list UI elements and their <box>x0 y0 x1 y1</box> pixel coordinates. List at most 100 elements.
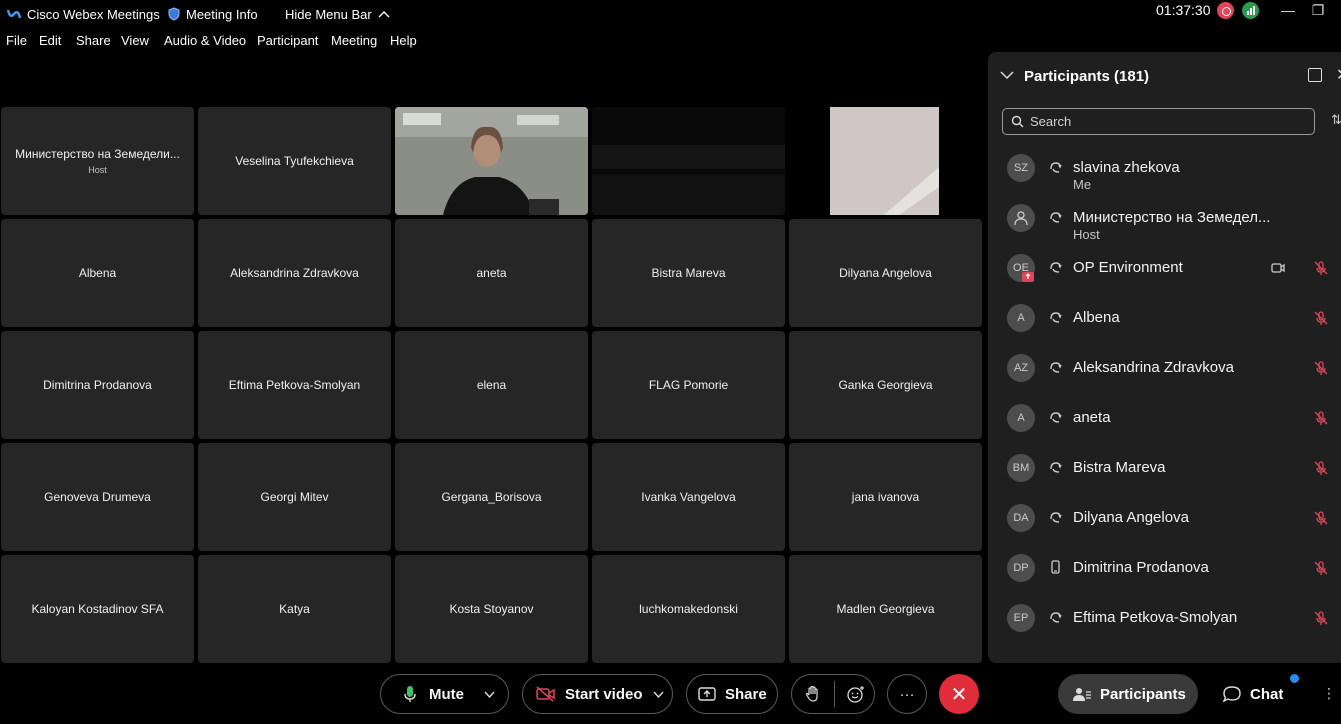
video-tile[interactable]: Eftima Petkova-Smolyan <box>198 331 391 439</box>
muted-microphone-icon[interactable] <box>1313 510 1329 526</box>
menu-share[interactable]: Share <box>76 33 111 48</box>
participant-row[interactable]: A Albena <box>988 300 1341 350</box>
raise-hand-icon[interactable] <box>805 685 821 703</box>
tile-name: luchkomakedonski <box>639 602 738 616</box>
menu-help[interactable]: Help <box>390 33 417 48</box>
panel-title: Participants (181) <box>1024 68 1150 85</box>
leave-meeting-button[interactable]: ✕ <box>939 674 979 714</box>
popout-icon[interactable] <box>1308 68 1322 82</box>
hide-menu-bar-button[interactable]: Hide Menu Bar <box>285 3 390 25</box>
video-tile[interactable]: Dilyana Angelova <box>789 219 982 327</box>
close-panel-icon[interactable]: ✕ <box>1336 65 1341 85</box>
avatar <box>1007 204 1035 232</box>
participant-row[interactable]: EP Eftima Petkova-Smolyan <box>988 600 1341 650</box>
participant-name: Eftima Petkova-Smolyan <box>1073 609 1238 626</box>
avatar: A <box>1007 404 1035 432</box>
participant-row[interactable]: AZ Aleksandrina Zdravkova <box>988 350 1341 400</box>
participant-row[interactable]: Министерство на Земедел... Host <box>988 200 1341 250</box>
menu-participant[interactable]: Participant <box>257 33 318 48</box>
search-input[interactable] <box>1030 114 1290 129</box>
chat-button[interactable]: Chat <box>1222 674 1283 714</box>
chevron-down-icon[interactable] <box>484 691 495 698</box>
video-tile[interactable]: aneta <box>395 219 588 327</box>
tile-name: Bistra Mareva <box>651 266 726 280</box>
video-tile[interactable]: Kaloyan Kostadinov SFA <box>1 555 194 663</box>
video-tile[interactable]: Genoveva Drumeva <box>1 443 194 551</box>
start-video-button[interactable]: Start video <box>522 674 673 714</box>
webex-logo-icon <box>7 9 21 19</box>
video-tile[interactable]: Georgi Mitev <box>198 443 391 551</box>
video-tile[interactable]: Bistra Mareva <box>592 219 785 327</box>
recording-icon[interactable] <box>1217 2 1234 19</box>
video-tile-host[interactable]: Министерство на Земедели... Host <box>1 107 194 215</box>
video-tile[interactable]: Kosta Stoyanov <box>395 555 588 663</box>
participant-row[interactable]: DP Dimitrina Prodanova <box>988 550 1341 600</box>
participant-row[interactable]: SZ slavina zhekova Me <box>988 150 1341 200</box>
muted-microphone-icon[interactable] <box>1313 260 1329 276</box>
video-tile[interactable]: Madlen Georgieva <box>789 555 982 663</box>
menu-audio-video[interactable]: Audio & Video <box>164 33 246 48</box>
more-options-button[interactable]: ··· <box>887 674 927 714</box>
chevron-down-icon[interactable] <box>653 691 664 698</box>
participant-video-image <box>395 107 588 215</box>
video-tile[interactable]: Veselina Tyufekchieva <box>198 107 391 215</box>
video-grid: Министерство на Земедели... Host Veselin… <box>1 107 983 665</box>
menu-meeting[interactable]: Meeting <box>331 33 377 48</box>
participants-button[interactable]: Participants <box>1058 674 1198 714</box>
participant-row[interactable]: BM Bistra Mareva <box>988 450 1341 500</box>
video-tile[interactable]: Gergana_Borisova <box>395 443 588 551</box>
video-tile-live[interactable] <box>395 107 588 215</box>
participant-row[interactable]: OE OP Environment <box>988 250 1341 300</box>
menu-view[interactable]: View <box>121 33 149 48</box>
participant-search[interactable] <box>1002 108 1315 135</box>
video-tile[interactable]: FLAG Pomorie <box>592 331 785 439</box>
collapse-chevron-icon[interactable] <box>1000 68 1014 83</box>
muted-microphone-icon[interactable] <box>1313 610 1329 626</box>
muted-microphone-icon[interactable] <box>1313 560 1329 576</box>
video-tile[interactable]: jana ivanova <box>789 443 982 551</box>
participant-role: Me <box>1073 177 1092 192</box>
video-tile[interactable]: Ganka Georgieva <box>789 331 982 439</box>
restore-button[interactable]: ❐ <box>1303 0 1333 20</box>
video-tile-dark[interactable] <box>592 107 785 215</box>
participant-row[interactable]: DA Dilyana Angelova <box>988 500 1341 550</box>
network-stats-icon[interactable] <box>1242 2 1259 19</box>
meeting-info-button[interactable]: Meeting Info <box>168 3 258 25</box>
video-tile[interactable]: Ivanka Vangelova <box>592 443 785 551</box>
video-tile-camera[interactable] <box>789 107 982 215</box>
muted-microphone-icon[interactable] <box>1313 360 1329 376</box>
muted-microphone-icon[interactable] <box>1313 410 1329 426</box>
chat-label: Chat <box>1250 685 1284 703</box>
tile-name: aneta <box>476 266 507 280</box>
share-button[interactable]: Share <box>686 674 778 714</box>
video-tile[interactable]: luchkomakedonski <box>592 555 785 663</box>
tile-name: Ivanka Vangelova <box>641 490 736 504</box>
video-tile[interactable]: Katya <box>198 555 391 663</box>
muted-microphone-icon[interactable] <box>1313 310 1329 326</box>
sort-icon[interactable]: ⇅ <box>1331 112 1341 128</box>
avatar: DP <box>1007 554 1035 582</box>
tile-name: Albena <box>78 266 117 280</box>
minimize-button[interactable]: — <box>1273 0 1303 20</box>
chat-bubble-icon <box>1222 686 1241 703</box>
tile-name: Katya <box>279 602 310 616</box>
search-icon <box>1011 115 1024 128</box>
menu-file[interactable]: File <box>6 33 27 48</box>
video-tile[interactable]: Dimitrina Prodanova <box>1 331 194 439</box>
video-tile[interactable]: Aleksandrina Zdravkova <box>198 219 391 327</box>
tile-name: Dimitrina Prodanova <box>43 378 152 392</box>
audio-connection-icon <box>1050 162 1062 173</box>
audio-connection-icon <box>1050 612 1062 623</box>
mute-button[interactable]: Mute <box>380 674 509 714</box>
video-tile[interactable]: Albena <box>1 219 194 327</box>
tile-name: Ganka Georgieva <box>838 378 933 392</box>
tile-name: Georgi Mitev <box>260 490 329 504</box>
participant-video-image <box>789 107 982 215</box>
emoji-reaction-icon[interactable] <box>847 685 865 703</box>
participant-name: Dilyana Angelova <box>1073 509 1189 526</box>
menu-edit[interactable]: Edit <box>39 33 61 48</box>
participant-row[interactable]: A aneta <box>988 400 1341 450</box>
muted-microphone-icon[interactable] <box>1313 460 1329 476</box>
more-panels-icon[interactable]: ⋮ <box>1322 685 1336 702</box>
video-tile[interactable]: elena <box>395 331 588 439</box>
